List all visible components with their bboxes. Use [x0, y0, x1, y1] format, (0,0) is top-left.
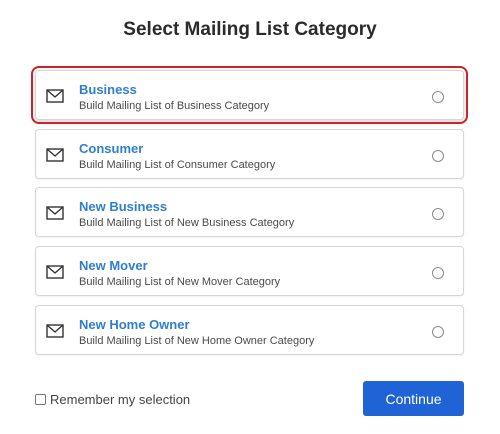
option-business[interactable]: Business Build Mailing List of Business …	[31, 66, 468, 124]
option-new-mover[interactable]: New Mover Build Mailing List of New Move…	[35, 246, 464, 297]
remember-label: Remember my selection	[50, 391, 191, 407]
option-title: New Business	[79, 199, 168, 215]
option-description: Build Mailing List of Consumer Category	[79, 158, 276, 171]
envelope-icon	[46, 147, 64, 162]
option-consumer[interactable]: Consumer Build Mailing List of Consumer …	[35, 128, 464, 179]
option-description: Build Mailing List of New Business Categ…	[79, 217, 295, 230]
option-new-home-owner[interactable]: New Home Owner Build Mailing List of New…	[35, 304, 464, 355]
option-description: Build Mailing List of New Home Owner Cat…	[79, 334, 315, 347]
option-title: New Home Owner	[79, 316, 190, 332]
remember-checkbox[interactable]	[35, 393, 46, 405]
envelope-icon	[46, 206, 64, 221]
option-radio[interactable]	[432, 325, 444, 338]
option-title: Consumer	[79, 140, 144, 156]
option-radio[interactable]	[432, 149, 444, 162]
option-new-business[interactable]: New Business Build Mailing List of New B…	[35, 187, 464, 238]
option-title: Business	[79, 82, 137, 97]
category-list: Business Build Mailing List of Business …	[31, 66, 468, 363]
option-radio[interactable]	[432, 208, 444, 221]
continue-button[interactable]: Continue	[363, 381, 464, 416]
option-title: New Mover	[79, 258, 148, 274]
option-description: Build Mailing List of New Mover Category	[79, 276, 281, 289]
option-radio[interactable]	[432, 267, 444, 280]
envelope-icon	[46, 265, 64, 279]
envelope-icon	[46, 89, 64, 103]
envelope-icon	[46, 324, 64, 338]
remember-selection[interactable]: Remember my selection	[35, 391, 191, 407]
option-radio[interactable]	[432, 91, 444, 103]
page-title: Select Mailing List Category	[123, 19, 377, 40]
option-description: Build Mailing List of Business Category	[79, 100, 270, 112]
